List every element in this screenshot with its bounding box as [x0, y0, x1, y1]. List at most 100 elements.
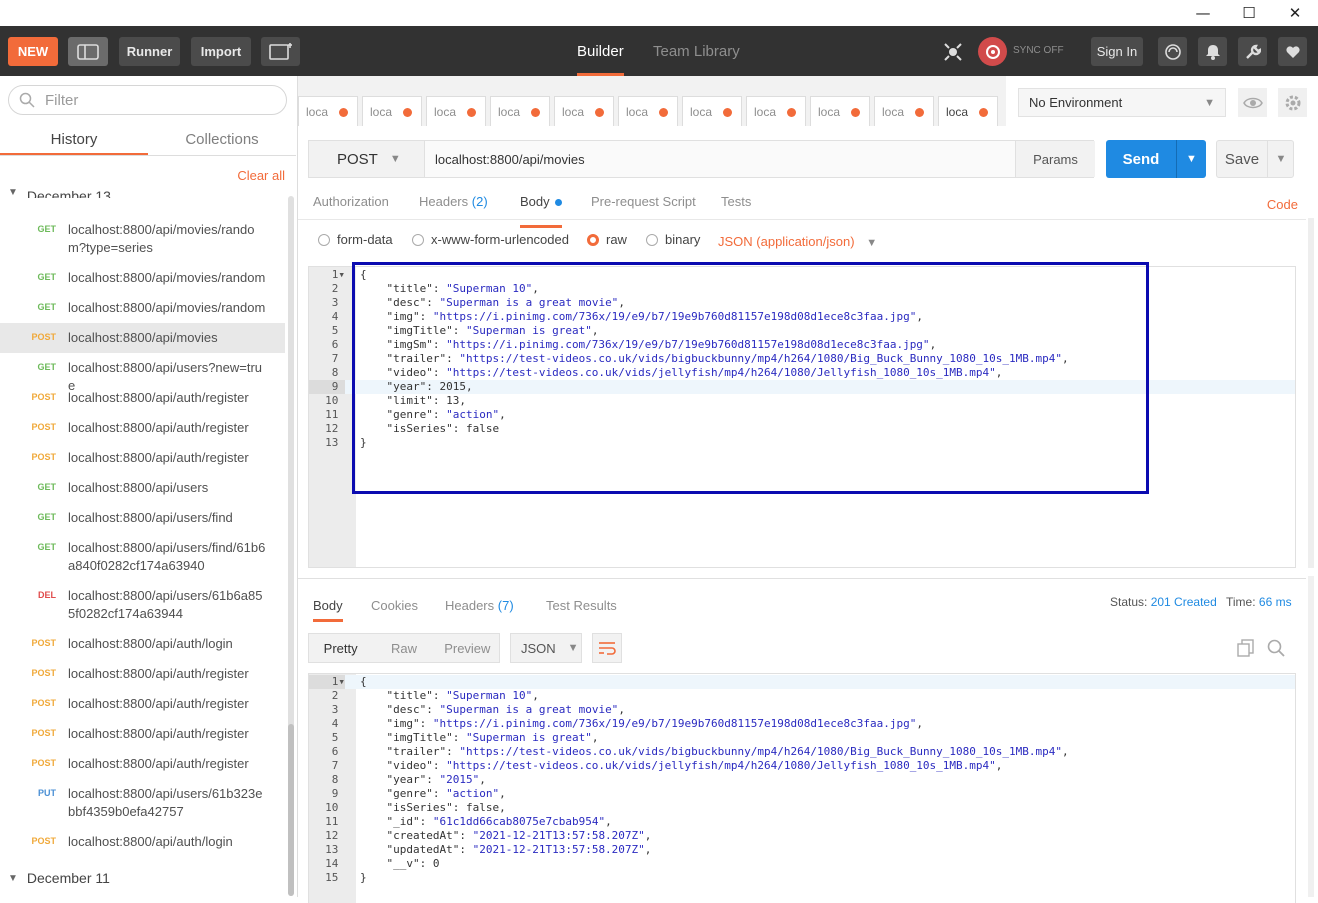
request-tab[interactable]: loca [746, 96, 806, 126]
history-item[interactable]: GET localhost:8800/api/movies/random [0, 293, 285, 323]
search-response-button[interactable] [1266, 638, 1286, 658]
request-tab[interactable]: loca [618, 96, 678, 126]
radio-binary[interactable]: binary [646, 232, 700, 247]
new-button[interactable]: NEW [8, 37, 58, 66]
history-item[interactable]: DEL localhost:8800/api/users/61b6a855f028… [0, 581, 285, 629]
content-type-select[interactable]: JSON (application/json) ▼ [718, 234, 877, 249]
radio-urlencoded[interactable]: x-www-form-urlencoded [412, 232, 569, 247]
request-tab[interactable]: loca [554, 96, 614, 126]
tab-team-library[interactable]: Team Library [653, 26, 740, 76]
history-item[interactable]: POST localhost:8800/api/auth/register [0, 749, 285, 779]
sign-in-button[interactable]: Sign In [1091, 37, 1143, 66]
environment-select[interactable]: No Environment ▼ [1018, 88, 1226, 117]
tab-body[interactable]: Body [520, 194, 562, 228]
tab-response-headers[interactable]: Headers (7) [445, 598, 514, 613]
minimize-button[interactable]: — [1180, 0, 1226, 26]
format-raw[interactable]: Raw [372, 634, 435, 662]
request-tab-label: loca [370, 104, 393, 119]
tab-history[interactable]: History [0, 122, 148, 156]
history-item[interactable]: GET localhost:8800/api/movies/random [0, 263, 285, 293]
favorite-button[interactable] [1278, 37, 1307, 66]
tab-headers[interactable]: Headers (2) [419, 194, 488, 220]
settings-button[interactable] [1238, 37, 1267, 66]
environment-quick-look-button[interactable] [1238, 88, 1267, 117]
generate-code-link[interactable]: Code [1267, 197, 1298, 212]
history-item[interactable]: POST localhost:8800/api/auth/register [0, 659, 285, 689]
tab-test-results[interactable]: Test Results [546, 598, 617, 613]
history-item[interactable]: POST localhost:8800/api/auth/register [0, 413, 285, 443]
request-tab[interactable]: loca [682, 96, 742, 126]
manage-environments-button[interactable] [1278, 88, 1307, 117]
close-window-button[interactable]: ✕ [1272, 0, 1318, 26]
radio-form-data[interactable]: form-data [318, 232, 393, 247]
save-button[interactable]: Save ▼ [1216, 140, 1294, 178]
history-date-header[interactable]: ▼ December 11 [0, 868, 110, 888]
history-item[interactable]: POST localhost:8800/api/auth/register [0, 689, 285, 719]
request-scrollbar[interactable] [1308, 218, 1314, 568]
request-tab[interactable]: loca [938, 96, 998, 126]
radio-raw[interactable]: raw [587, 232, 627, 247]
request-tab[interactable]: loca [490, 96, 550, 126]
request-tab-label: loca [626, 104, 649, 119]
history-item-url: localhost:8800/api/auth/register [68, 420, 249, 435]
line-number: 13 [325, 843, 345, 856]
toggle-sidebar-button[interactable] [68, 37, 108, 66]
tab-authorization[interactable]: Authorization [313, 194, 389, 220]
request-tab[interactable]: loca [426, 96, 486, 126]
import-button[interactable]: Import [191, 37, 251, 66]
history-item[interactable]: POST localhost:8800/api/movies [0, 323, 285, 353]
history-item[interactable]: GET localhost:8800/api/movies/random?type… [0, 215, 285, 263]
history-item[interactable]: GET localhost:8800/api/users/find [0, 503, 285, 533]
response-body-viewer[interactable]: 1▾{2 "title": "Superman 10", 3 "desc": "S… [308, 673, 1296, 903]
tab-response-cookies[interactable]: Cookies [371, 598, 418, 613]
new-window-button[interactable] [261, 37, 300, 66]
history-item[interactable]: POST localhost:8800/api/auth/register [0, 383, 285, 413]
interceptor-button[interactable] [938, 37, 967, 66]
request-tab[interactable]: loca [362, 96, 422, 126]
runner-status-button[interactable] [1158, 37, 1187, 66]
request-tab[interactable]: loca [874, 96, 934, 126]
clear-all-link[interactable]: Clear all [237, 168, 285, 183]
divider [0, 155, 296, 156]
request-tab-label: loca [754, 104, 777, 119]
request-tab[interactable]: loca [298, 96, 358, 126]
sidebar-scrollbar-thumb[interactable] [288, 724, 294, 896]
history-item[interactable]: POST localhost:8800/api/auth/login [0, 827, 285, 857]
filter-input[interactable]: Filter [8, 85, 287, 115]
chevron-down-icon[interactable]: ▼ [1176, 140, 1206, 178]
method-select[interactable]: POST ▼ [309, 141, 425, 177]
tab-builder[interactable]: Builder [577, 26, 624, 76]
chevron-down-icon[interactable]: ▼ [1267, 141, 1294, 177]
notifications-button[interactable] [1198, 37, 1227, 66]
history-item-method: POST [31, 758, 56, 768]
line-number: 13 [325, 436, 345, 449]
sync-icon[interactable] [978, 37, 1007, 66]
tab-response-body[interactable]: Body [313, 598, 343, 622]
history-item[interactable]: POST localhost:8800/api/auth/register [0, 443, 285, 473]
wrap-lines-button[interactable] [592, 633, 622, 663]
history-item[interactable]: PUT localhost:8800/api/users/61b323ebbf43… [0, 779, 285, 827]
history-item-url: localhost:8800/api/users/61b6a855f0282cf… [68, 588, 263, 621]
tab-collections[interactable]: Collections [148, 122, 296, 156]
history-item-url: localhost:8800/api/auth/register [68, 726, 249, 741]
response-scrollbar[interactable] [1308, 576, 1314, 897]
format-pretty[interactable]: Pretty [309, 634, 372, 662]
format-preview[interactable]: Preview [436, 634, 499, 662]
history-date-header[interactable]: ▼ December 13 [0, 186, 111, 198]
params-button[interactable]: Params [1015, 141, 1095, 177]
tab-pre-request-script[interactable]: Pre-request Script [591, 194, 696, 220]
runner-button[interactable]: Runner [119, 37, 180, 66]
maximize-button[interactable]: ☐ [1226, 0, 1272, 26]
copy-button[interactable] [1236, 638, 1256, 658]
response-type-select[interactable]: JSON ▼ [510, 633, 582, 663]
history-item-url: localhost:8800/api/movies/random?type=se… [68, 222, 255, 255]
history-item[interactable]: POST localhost:8800/api/auth/login [0, 629, 285, 659]
request-tab[interactable]: loca [810, 96, 870, 126]
history-item[interactable]: GET localhost:8800/api/users [0, 473, 285, 503]
history-item[interactable]: GET localhost:8800/api/users?new=true [0, 353, 285, 393]
tab-tests[interactable]: Tests [721, 194, 751, 220]
send-button[interactable]: Send ▼ [1106, 140, 1206, 178]
history-item[interactable]: POST localhost:8800/api/auth/register [0, 719, 285, 749]
url-input[interactable]: localhost:8800/api/movies [435, 141, 585, 177]
history-item[interactable]: GET localhost:8800/api/users/find/61b6a84… [0, 533, 285, 581]
